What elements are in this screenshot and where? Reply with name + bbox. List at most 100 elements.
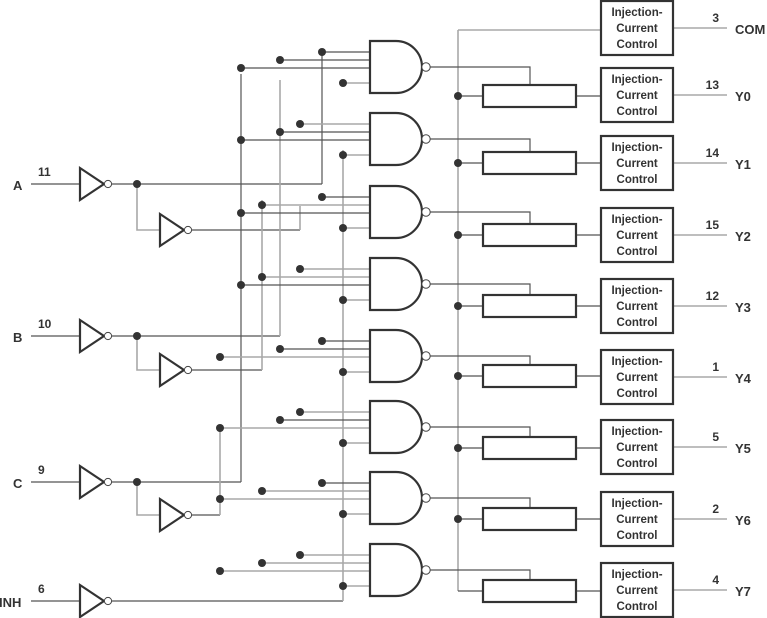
inversion-bubble — [421, 279, 431, 289]
switch-7 — [481, 578, 578, 604]
junction-dot — [454, 231, 462, 239]
inverter-gate — [78, 463, 106, 501]
control-block-text: Control — [617, 530, 658, 542]
nand-gate-6 — [368, 470, 424, 526]
output-pin-y0: 13 — [706, 78, 720, 92]
control-block-text: Control — [617, 174, 658, 186]
wire — [136, 336, 160, 371]
junction-dot — [339, 439, 347, 447]
inversion-bubble — [103, 331, 113, 341]
control-block-text: Current — [616, 301, 658, 313]
inversion-bubble — [183, 365, 193, 375]
wire — [430, 66, 531, 85]
inversion-bubble — [183, 225, 193, 235]
control-block-text: Injection- — [611, 142, 662, 154]
output-pin-y2: 15 — [706, 218, 720, 232]
output-label-com: COM — [735, 22, 765, 37]
control-block-text: Current — [616, 442, 658, 454]
control-block-text: Injection- — [611, 7, 662, 19]
wire — [136, 184, 160, 231]
junction-dot — [237, 209, 245, 217]
control-block-text: Injection- — [611, 426, 662, 438]
input-pin-inh: 6 — [38, 582, 45, 596]
control-block-text: Control — [617, 106, 658, 118]
junction-dot — [318, 193, 326, 201]
control-block-text: Current — [616, 90, 658, 102]
inversion-bubble — [421, 422, 431, 432]
inversion-bubble — [421, 493, 431, 503]
output-pin-y3: 12 — [706, 289, 720, 303]
junction-dot — [296, 120, 304, 128]
junction-dot — [339, 296, 347, 304]
junction-dot — [454, 159, 462, 167]
junction-dot — [258, 487, 266, 495]
switch-5 — [481, 435, 578, 461]
junction-dot — [216, 424, 224, 432]
nand-gate-5 — [368, 399, 424, 455]
output-label-y7: Y7 — [735, 584, 751, 599]
wire — [430, 138, 531, 152]
input-pin-a: 11 — [38, 165, 51, 179]
input-pin-b: 10 — [38, 317, 52, 331]
output-label-y0: Y0 — [735, 89, 751, 104]
control-block-text: Injection- — [611, 214, 662, 226]
logic-diagram: A 11 B 10 C 9 INH 6 Injection- Current Control 3 COM… — [0, 0, 765, 618]
output-pin-y6: 2 — [712, 502, 719, 516]
inversion-bubble — [421, 207, 431, 217]
output-pin-com: 3 — [712, 11, 719, 25]
junction-dot — [237, 281, 245, 289]
junction-dot — [133, 332, 141, 340]
inverter-gate — [78, 165, 106, 203]
control-block-text: Control — [617, 39, 658, 51]
inverter-gate — [78, 582, 106, 618]
wire — [430, 355, 531, 365]
junction-dot — [454, 372, 462, 380]
inversion-bubble — [421, 565, 431, 575]
junction-dot — [318, 48, 326, 56]
wire — [430, 497, 531, 508]
input-label-b: B — [13, 330, 22, 345]
control-block-text: Injection- — [611, 498, 662, 510]
switch-6 — [481, 506, 578, 532]
junction-dot — [237, 64, 245, 72]
junction-dot — [339, 224, 347, 232]
junction-dot — [133, 478, 141, 486]
input-label-a: A — [13, 178, 23, 193]
junction-dot — [276, 56, 284, 64]
junction-dot — [296, 408, 304, 416]
junction-dot — [276, 128, 284, 136]
output-label-y5: Y5 — [735, 441, 751, 456]
nand-gate-0 — [368, 39, 424, 95]
control-block-text: Control — [617, 458, 658, 470]
inverter-gate — [158, 351, 186, 389]
output-label-y6: Y6 — [735, 513, 751, 528]
switch-0 — [481, 83, 578, 109]
junction-dot — [258, 201, 266, 209]
control-block-text: Injection- — [611, 356, 662, 368]
control-block-text: Control — [617, 317, 658, 329]
junction-dot — [454, 92, 462, 100]
control-block-text: Current — [616, 158, 658, 170]
junction-dot — [296, 265, 304, 273]
output-label-y2: Y2 — [735, 229, 751, 244]
switch-4 — [481, 363, 578, 389]
output-pin-y7: 4 — [712, 573, 719, 587]
junction-dot — [339, 582, 347, 590]
junction-dot — [216, 567, 224, 575]
junction-dot — [454, 302, 462, 310]
wire — [430, 283, 531, 295]
output-pin-y4: 1 — [712, 360, 719, 374]
junction-dot — [339, 79, 347, 87]
junction-dot — [339, 151, 347, 159]
junction-dot — [216, 353, 224, 361]
junction-dot — [258, 273, 266, 281]
inversion-bubble — [103, 477, 113, 487]
input-pin-c: 9 — [38, 463, 45, 477]
switch-2 — [481, 222, 578, 248]
wire — [430, 211, 531, 224]
control-block-text: Injection- — [611, 74, 662, 86]
wire — [430, 426, 531, 437]
control-block-text: Control — [617, 388, 658, 400]
junction-dot — [133, 180, 141, 188]
control-block-text: Control — [617, 246, 658, 258]
